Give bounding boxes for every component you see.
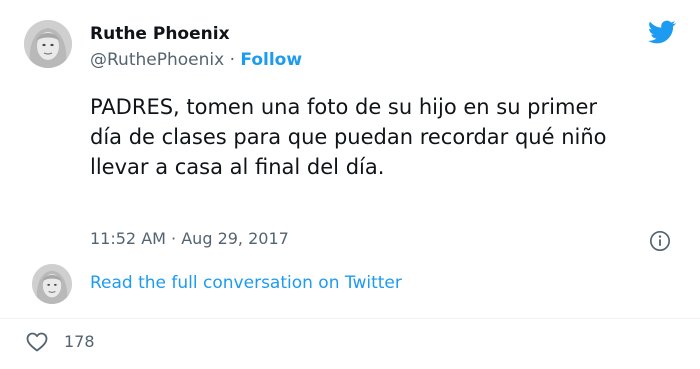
tweet-time: 11:52 AM [90, 229, 166, 248]
read-full-conversation-link[interactable]: Read the full conversation on Twitter [90, 273, 402, 293]
avatar-image [24, 20, 72, 68]
follow-button[interactable]: Follow [240, 50, 302, 70]
tweet-text: PADRES, tomen una foto de su hijo en su … [90, 95, 607, 179]
info-icon[interactable] [649, 230, 671, 252]
author-handle[interactable]: @RuthePhoenix [90, 50, 224, 70]
avatar-image [32, 264, 72, 304]
author-name[interactable]: Ruthe Phoenix [90, 24, 230, 44]
like-count: 178 [64, 332, 95, 351]
tweet-timestamp[interactable]: 11:52 AM · Aug 29, 2017 [90, 229, 289, 248]
heart-icon[interactable] [24, 330, 50, 354]
tweet-date: Aug 29, 2017 [181, 229, 289, 248]
reply-avatar[interactable] [32, 264, 72, 304]
handle-separator: · [229, 50, 235, 70]
author-handle-row: @RuthePhoenix · Follow [90, 50, 302, 70]
timestamp-separator: · [171, 229, 177, 248]
twitter-bird-icon[interactable] [646, 18, 678, 46]
embedded-tweet-card: Ruthe Phoenix @RuthePhoenix · Follow PAD… [0, 0, 700, 369]
divider [0, 318, 700, 319]
author-avatar[interactable] [24, 20, 72, 68]
